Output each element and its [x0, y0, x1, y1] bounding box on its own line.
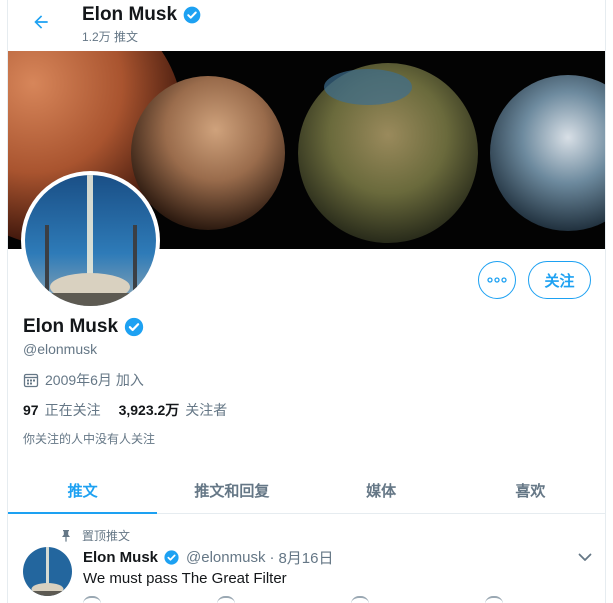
retweet-icon[interactable]	[217, 596, 235, 603]
profile-header: Elon Musk 1.2万 推文	[8, 0, 605, 51]
profile-stats: 97 正在关注 3,923.2万 关注者	[23, 400, 227, 420]
profile-name-text: Elon Musk	[23, 316, 119, 337]
joined-date: 2009年6月 加入	[23, 370, 144, 390]
following-count: 97	[23, 402, 39, 418]
following-link[interactable]: 97 正在关注	[23, 400, 101, 420]
profile-handle: @elonmusk	[23, 341, 98, 357]
followers-link[interactable]: 3,923.2万 关注者	[119, 400, 228, 420]
like-icon[interactable]	[351, 596, 369, 603]
back-button[interactable]	[28, 9, 54, 35]
more-options-button[interactable]	[478, 261, 516, 299]
profile-tabs: 推文 推文和回复 媒体 喜欢	[8, 468, 605, 514]
arrow-left-icon	[34, 15, 48, 29]
tweet-menu-button[interactable]	[574, 546, 596, 568]
tweet-date[interactable]: 8月16日	[278, 547, 333, 568]
tab-media[interactable]: 媒体	[307, 468, 456, 513]
tweet-separator: ·	[269, 549, 275, 566]
header-name-text: Elon Musk	[82, 4, 178, 25]
header-title: Elon Musk	[82, 4, 202, 26]
tweet-header: Elon Musk @elonmusk · 8月16日	[83, 547, 333, 568]
tab-tweets[interactable]: 推文	[8, 468, 158, 514]
tweet-count: 1.2万 推文	[82, 30, 139, 44]
verified-badge-icon	[163, 549, 180, 566]
pinned-label: 置顶推文	[82, 529, 131, 543]
tab-likes[interactable]: 喜欢	[456, 468, 605, 513]
verified-badge-icon	[123, 316, 145, 338]
pin-icon	[62, 530, 70, 542]
following-label: 正在关注	[44, 402, 101, 418]
tweet-avatar[interactable]	[23, 547, 72, 596]
frame-border-right	[605, 0, 606, 603]
tweet-text: We must pass The Great Filter	[83, 570, 287, 587]
tweet-author-name[interactable]: Elon Musk	[83, 549, 158, 566]
calendar-icon	[23, 373, 39, 388]
verified-badge-icon	[182, 5, 202, 25]
chevron-down-icon	[578, 553, 592, 561]
joined-text: 2009年6月 加入	[45, 372, 144, 388]
profile-name: Elon Musk	[23, 316, 145, 338]
reply-icon[interactable]	[83, 596, 101, 603]
follow-button[interactable]: 关注	[528, 261, 591, 299]
followed-by-notice: 你关注的人中没有人关注	[23, 432, 156, 446]
profile-avatar[interactable]	[21, 171, 160, 310]
followers-count: 3,923.2万	[118, 402, 180, 418]
followers-label: 关注者	[185, 402, 228, 418]
pinned-indicator: 置顶推文	[60, 527, 130, 544]
tweet-actions	[83, 596, 503, 603]
tweet-author-handle[interactable]: @elonmusk	[186, 549, 265, 566]
tab-tweets-and-replies[interactable]: 推文和回复	[157, 468, 306, 513]
share-icon[interactable]	[485, 596, 503, 603]
more-horizontal-icon	[487, 277, 507, 283]
